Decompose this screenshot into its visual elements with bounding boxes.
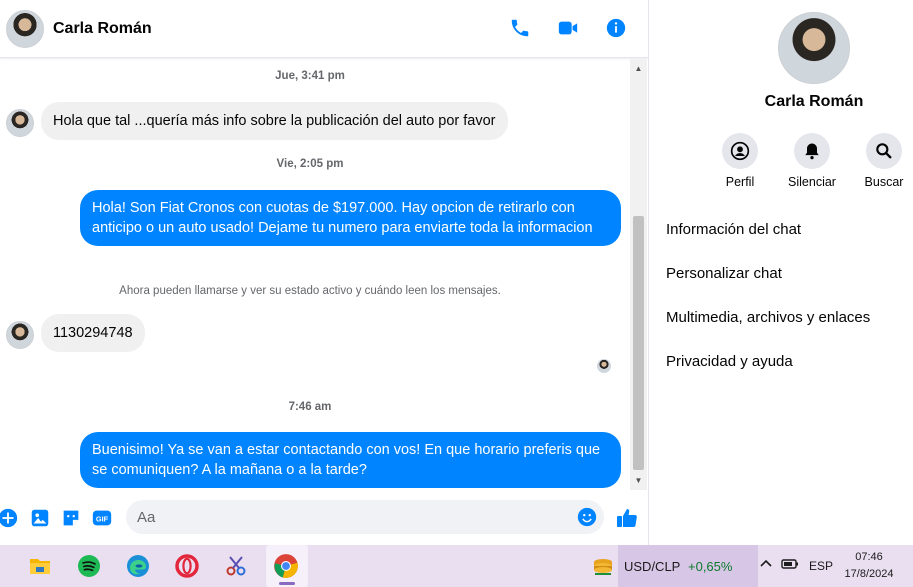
message-outgoing[interactable]: Hola! Son Fiat Cronos con cuotas de $197… [80,190,621,246]
search-label: Buscar [864,175,904,189]
contact-avatar-small[interactable] [6,109,34,137]
mute-label: Silenciar [788,175,836,189]
chat-info-panel: Carla Román Perfil Silenciar Buscar Info… [649,0,913,545]
system-message: Ahora pueden llamarse y ver su estado ac… [119,285,501,297]
profile-icon [722,133,758,169]
stock-ticker[interactable]: USD/CLP +0,65% [618,545,758,587]
snipping-tool-icon[interactable] [221,551,251,581]
info-icon[interactable] [604,16,628,40]
media-files-links-item[interactable]: Multimedia, archivos y enlaces [666,309,870,326]
stock-change: +0,65% [688,559,733,574]
spotify-icon[interactable] [74,551,104,581]
profile-button[interactable]: Perfil [708,133,772,189]
search-icon [866,133,902,169]
scrollbar[interactable]: ▲ ▼ [630,58,647,490]
phone-icon[interactable] [508,16,532,40]
file-explorer-icon[interactable] [25,551,55,581]
composer: GIF [0,492,648,545]
chat-info-item[interactable]: Información del chat [666,221,801,238]
header-actions [508,16,628,40]
chrome-icon[interactable] [271,551,301,581]
message-incoming[interactable]: 1130294748 [41,314,145,352]
seen-receipt-avatar [597,359,611,373]
contact-avatar-small[interactable] [6,321,34,349]
chat-header: Carla Román [0,0,648,58]
sticker-icon[interactable] [60,507,82,529]
image-icon[interactable] [29,507,51,529]
privacy-help-item[interactable]: Privacidad y ayuda [666,353,793,370]
scroll-down-arrow-icon[interactable]: ▼ [630,472,647,488]
search-button[interactable]: Buscar [852,133,913,189]
stocks-widget-icon[interactable] [588,551,618,581]
battery-icon[interactable] [781,557,799,574]
scrollbar-thumb[interactable] [633,216,644,470]
edge-icon[interactable] [123,551,153,581]
customize-chat-item[interactable]: Personalizar chat [666,265,782,282]
message-input-wrapper [126,500,604,534]
chevron-up-icon[interactable] [759,556,773,573]
bell-icon [794,133,830,169]
taskbar: USD/CLP +0,65% ESP 07:46 17/8/2024 [0,545,913,587]
clock-time[interactable]: 07:46 [842,551,896,563]
stock-symbol: USD/CLP [624,559,681,574]
message-input[interactable] [126,500,556,534]
gif-icon[interactable]: GIF [91,507,113,529]
message-list[interactable]: Jue, 3:41 pm Hola que tal ...quería más … [0,58,630,492]
video-camera-icon[interactable] [556,16,580,40]
contact-name[interactable]: Carla Román [53,20,152,38]
opera-icon[interactable] [172,551,202,581]
thumbs-up-icon[interactable] [614,505,640,531]
profile-name: Carla Román [764,93,864,110]
timestamp: Vie, 2:05 pm [276,158,344,170]
profile-label: Perfil [725,175,755,189]
profile-photo[interactable] [778,12,850,84]
mute-button[interactable]: Silenciar [780,133,844,189]
gif-label: GIF [96,515,109,524]
timestamp: 7:46 am [288,401,332,413]
scroll-up-arrow-icon[interactable]: ▲ [630,60,647,76]
emoji-icon[interactable] [576,506,598,528]
contact-avatar[interactable] [6,9,44,48]
language-indicator[interactable]: ESP [809,559,833,573]
clock-date[interactable]: 17/8/2024 [838,568,900,580]
plus-circle-icon[interactable] [0,507,19,529]
message-incoming[interactable]: Hola que tal ...quería más info sobre la… [41,102,508,140]
timestamp: Jue, 3:41 pm [275,70,345,82]
message-outgoing[interactable]: Buenisimo! Ya se van a estar contactando… [80,432,621,488]
active-app-indicator [279,582,295,585]
